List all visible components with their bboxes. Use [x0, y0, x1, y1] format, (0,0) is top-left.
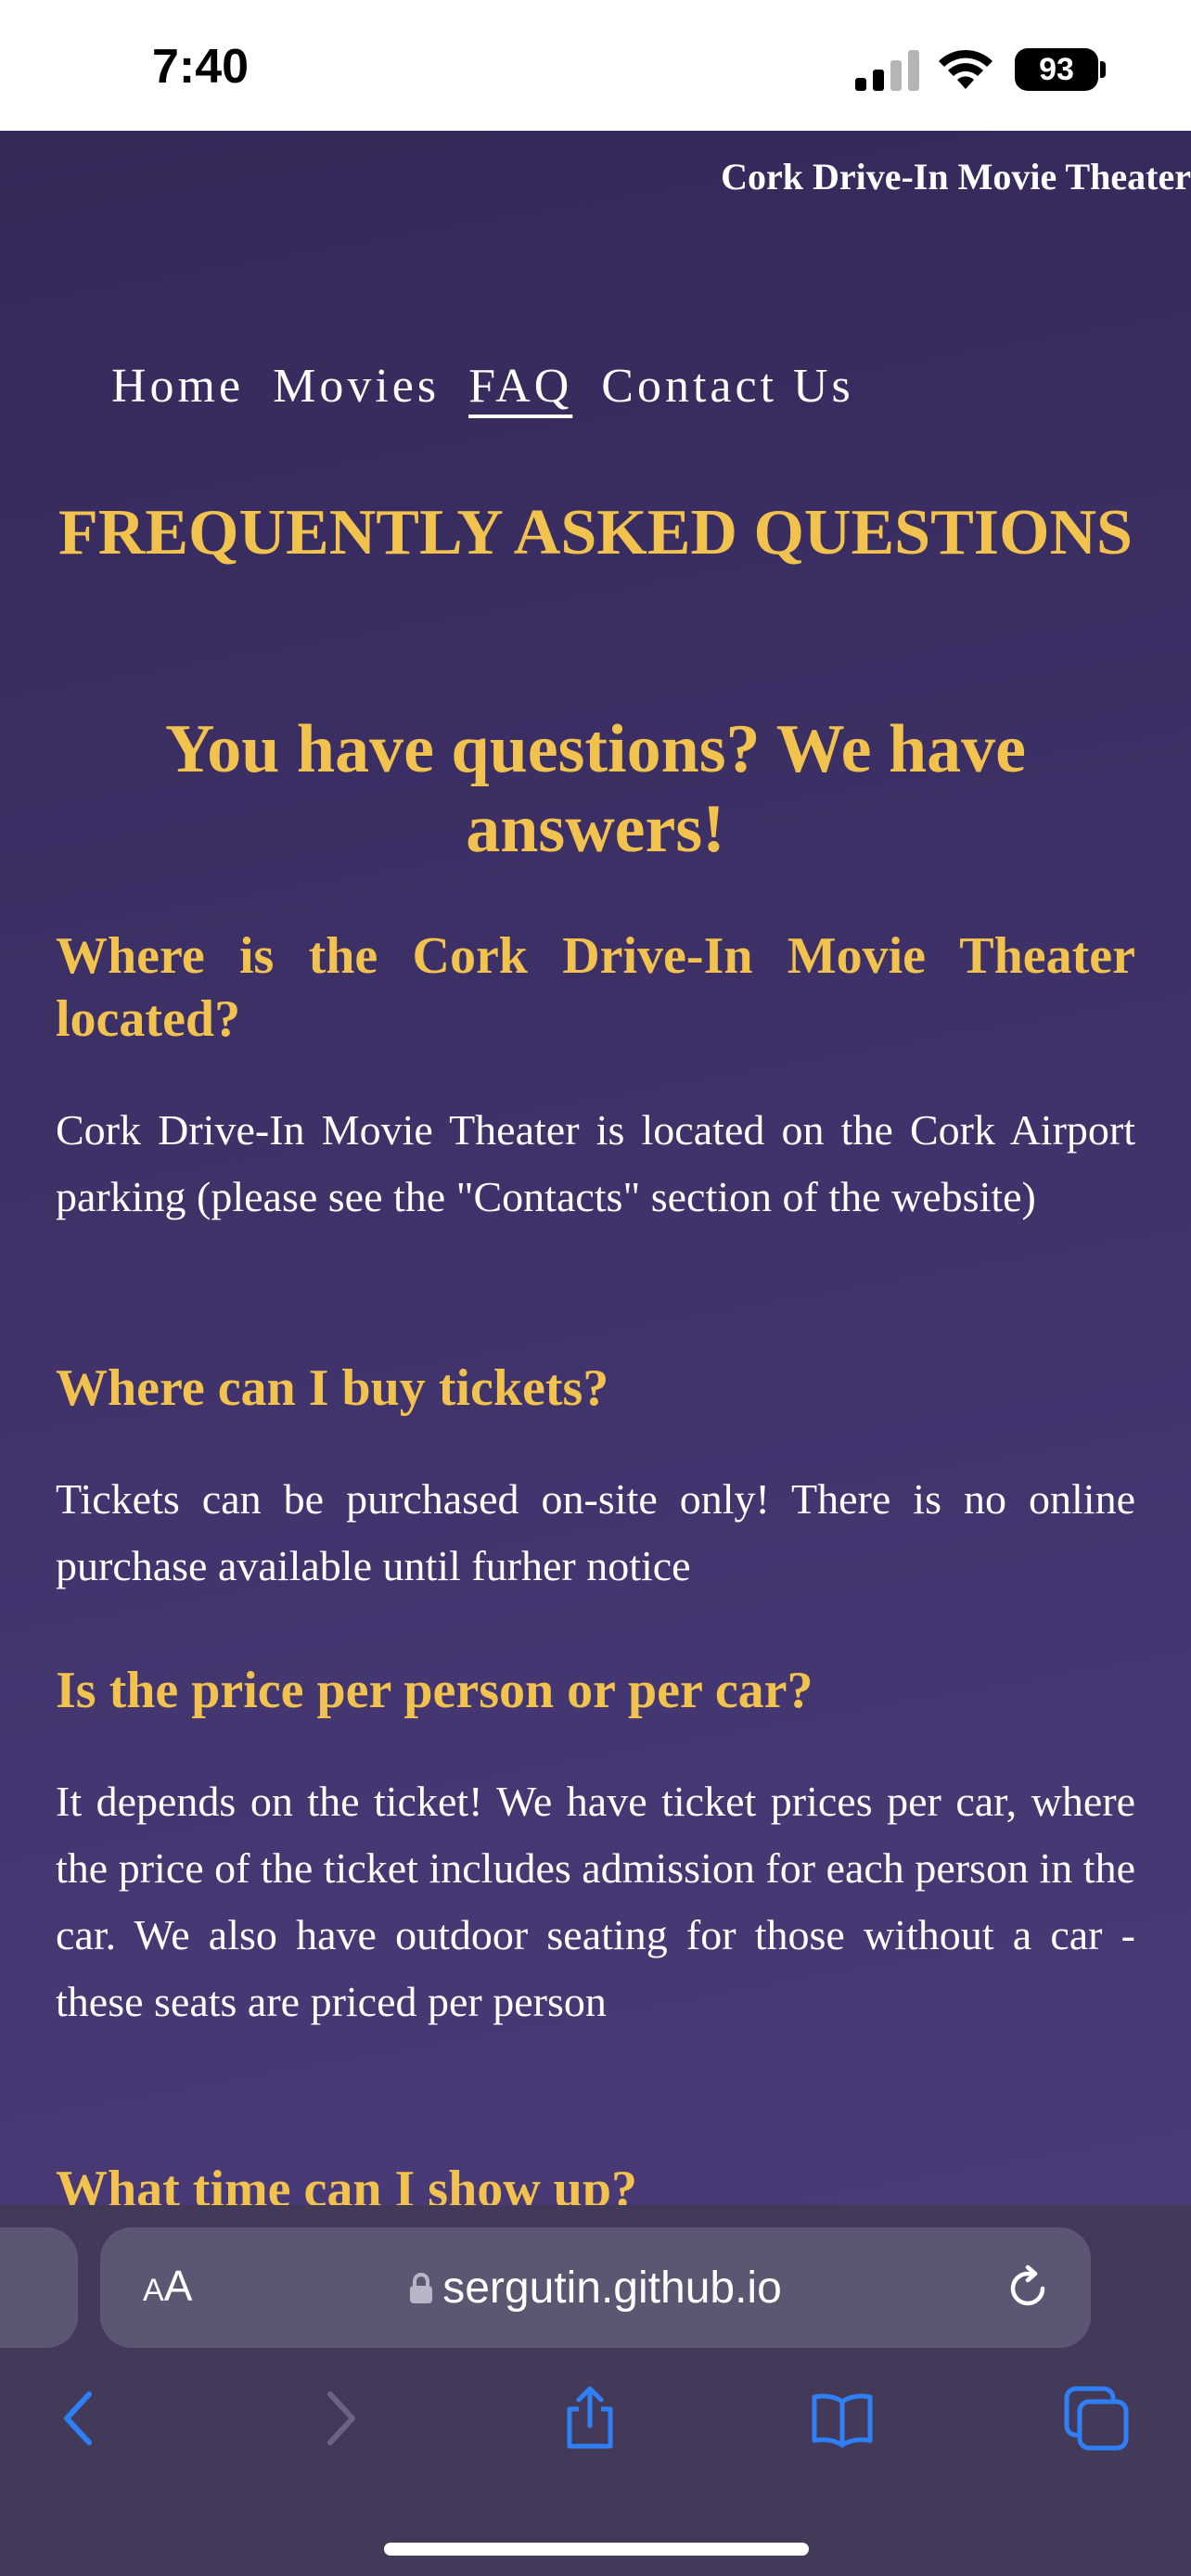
battery-indicator: 93	[1015, 48, 1098, 91]
cellular-signal-icon	[855, 50, 919, 91]
url-display[interactable]: sergutin.github.io	[100, 2263, 1091, 2314]
page-title: FREQUENTLY ASKED QUESTIONS	[58, 497, 1133, 568]
status-bar: 7:40 93	[0, 0, 1191, 131]
bookmarks-icon[interactable]	[809, 2385, 876, 2452]
faq-question: Is the price per person or per car?	[56, 1662, 813, 1719]
faq-answer: Cork Drive-In Movie Theater is located o…	[56, 1106, 1135, 1220]
share-icon[interactable]	[557, 2385, 623, 2452]
main-nav: Home Movies FAQ Contact Us	[111, 359, 867, 414]
nav-faq-link[interactable]: FAQ	[468, 360, 572, 413]
nav-home-link[interactable]: Home	[111, 360, 244, 413]
status-time: 7:40	[152, 40, 250, 94]
address-bar[interactable]: AA sergutin.github.io	[100, 2227, 1091, 2348]
faq-question: Where is the Cork Drive-In Movie Theater…	[56, 927, 1135, 1048]
faq-question: Where can I buy tickets?	[56, 1359, 609, 1417]
tabs-icon[interactable]	[1063, 2385, 1130, 2452]
home-indicator	[384, 2543, 809, 2556]
faq-question: What time can I show up?	[56, 2161, 637, 2205]
page-subtitle: You have questions? We have answers!	[165, 711, 1026, 867]
web-page: Cork Drive-In Movie Theater Home Movies …	[0, 131, 1191, 2205]
lock-icon	[410, 2273, 433, 2303]
url-text: sergutin.github.io	[442, 2264, 782, 2313]
faq-item: Is the price per person or per car? It d…	[56, 1659, 1135, 2035]
faq-item: Where can I buy tickets? Tickets can be …	[56, 1357, 1135, 1600]
faq-item: Where is the Cork Drive-In Movie Theater…	[56, 925, 1135, 1231]
reload-icon[interactable]	[1004, 2264, 1052, 2313]
faq-answer: It depends on the ticket! We have ticket…	[56, 1778, 1135, 2025]
nav-contact-link[interactable]: Contact Us	[601, 360, 854, 413]
browser-toolbar: AA sergutin.github.io	[0, 2205, 1191, 2576]
previous-tab-preview[interactable]	[0, 2227, 78, 2348]
battery-tip	[1100, 61, 1106, 78]
forward-icon[interactable]	[306, 2385, 373, 2452]
faq-answer: Tickets can be purchased on-site only! T…	[56, 1475, 1135, 1589]
site-title: Cork Drive-In Movie Theater	[721, 156, 1191, 198]
faq-item: What time can I show up?	[56, 2158, 1135, 2205]
back-icon[interactable]	[46, 2385, 113, 2452]
nav-movies-link[interactable]: Movies	[273, 360, 440, 413]
wifi-icon	[939, 49, 992, 89]
